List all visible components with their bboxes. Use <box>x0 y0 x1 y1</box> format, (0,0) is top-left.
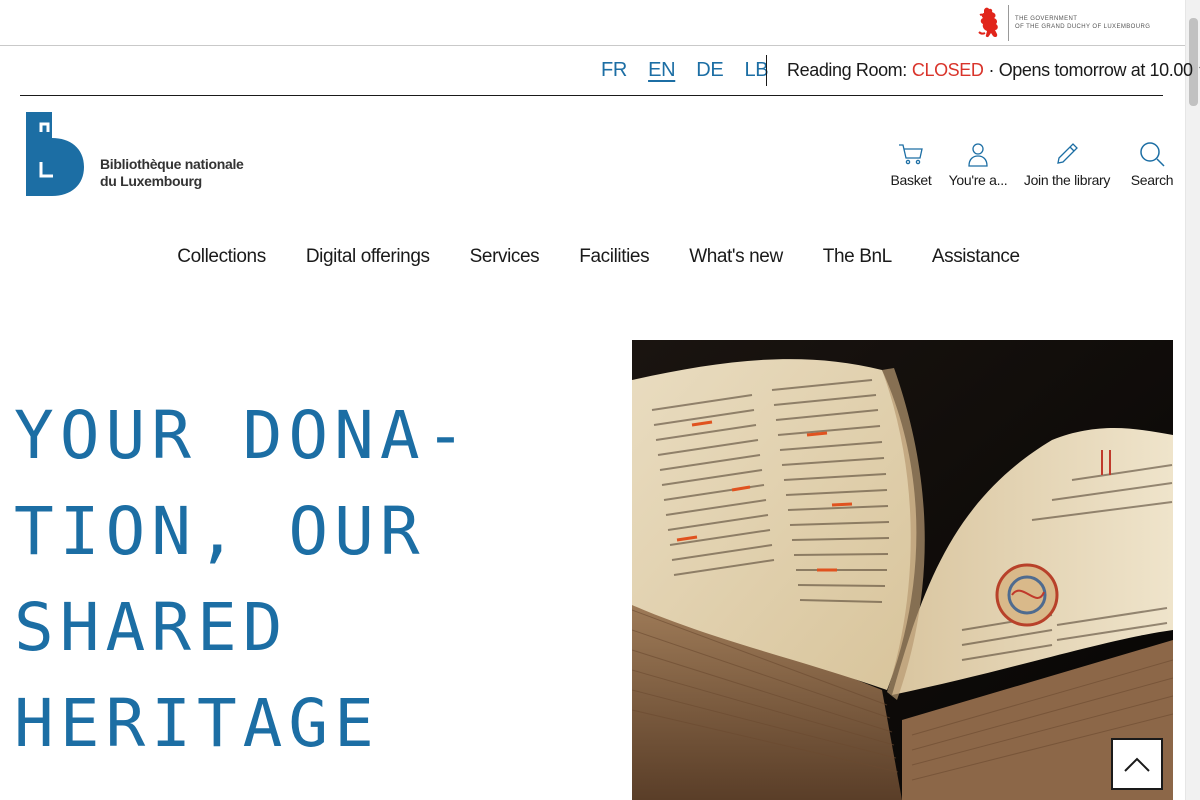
nav-item-collections[interactable]: Collections <box>177 246 266 268</box>
profile-label: You're a... <box>948 172 1008 188</box>
back-to-top-button[interactable] <box>1111 738 1163 790</box>
basket-label: Basket <box>890 172 932 188</box>
government-line-1: THE GOVERNMENT <box>1015 16 1078 22</box>
utility-bar: FR EN DE LB Reading Room: CLOSED · Opens… <box>20 47 1200 96</box>
bnl-logo-mark <box>26 112 84 196</box>
reading-room-label: Reading Room: <box>787 60 907 80</box>
hero-title-line-2: TION, OUR <box>14 493 426 570</box>
hero-title-line-1: YOUR DONA- <box>14 397 472 474</box>
nav-item-whats-new[interactable]: What's new <box>689 246 783 268</box>
reading-room-detail: · Opens tomorrow at 10.00 <box>988 60 1194 80</box>
basket-icon <box>899 144 923 165</box>
language-en-link[interactable]: EN <box>648 59 675 82</box>
reading-room-state: CLOSED <box>911 60 984 80</box>
search-button[interactable]: Search <box>1126 140 1178 188</box>
hero-title-line-4: HERITAGE <box>14 685 380 762</box>
profile-button[interactable]: You're a... <box>944 140 1012 188</box>
reading-room-status[interactable]: Reading Room: CLOSED · Opens tomorrow at… <box>787 60 1200 81</box>
basket-button[interactable]: Basket <box>880 140 942 188</box>
chevron-up-icon <box>1124 757 1150 772</box>
pencil-icon <box>1057 143 1078 164</box>
nav-item-the-bnl[interactable]: The BnL <box>823 246 892 268</box>
search-icon <box>1140 142 1165 167</box>
join-library-label: Join the library <box>1023 172 1111 188</box>
government-text: THE GOVERNMENT OF THE GRAND DUCHY OF LUX… <box>1015 15 1155 31</box>
library-name-line-2: du Luxembourg <box>100 173 202 189</box>
nav-item-assistance[interactable]: Assistance <box>932 246 1020 268</box>
header-tools: Basket You're a... Join the library Sear… <box>880 140 1178 188</box>
join-library-button[interactable]: Join the library <box>1022 140 1112 188</box>
manuscript-illustration <box>632 340 1173 800</box>
language-fr-link[interactable]: FR <box>601 59 627 82</box>
government-line-2: OF THE GRAND DUCHY OF LUXEMBOURG <box>1015 24 1151 30</box>
manuscript-book-image <box>632 340 1173 800</box>
page-scrollbar[interactable] <box>1185 0 1200 800</box>
hero-title: YOUR DONA- TION, OUR SHARED HERITAGE <box>14 388 574 772</box>
language-switcher: FR EN DE LB <box>601 59 769 82</box>
government-divider <box>1008 5 1009 41</box>
government-logo[interactable]: THE GOVERNMENT OF THE GRAND DUCHY OF LUX… <box>976 5 1155 41</box>
nav-item-services[interactable]: Services <box>470 246 540 268</box>
language-de-link[interactable]: DE <box>696 59 723 82</box>
user-icon <box>968 143 988 167</box>
search-label: Search <box>1130 172 1174 188</box>
hero-title-line-3: SHARED <box>14 589 289 666</box>
nav-item-digital-offerings[interactable]: Digital offerings <box>306 246 430 268</box>
library-name-line-1: Bibliothèque nationale <box>100 156 244 172</box>
library-name: Bibliothèque nationale du Luxembourg <box>100 156 244 190</box>
nav-item-facilities[interactable]: Facilities <box>579 246 649 268</box>
utility-divider <box>766 55 767 86</box>
language-lb-link[interactable]: LB <box>744 59 768 82</box>
red-lion-icon <box>978 7 998 38</box>
government-bar: THE GOVERNMENT OF THE GRAND DUCHY OF LUX… <box>0 0 1185 46</box>
main-navigation: Collections Digital offerings Services F… <box>0 246 1185 268</box>
